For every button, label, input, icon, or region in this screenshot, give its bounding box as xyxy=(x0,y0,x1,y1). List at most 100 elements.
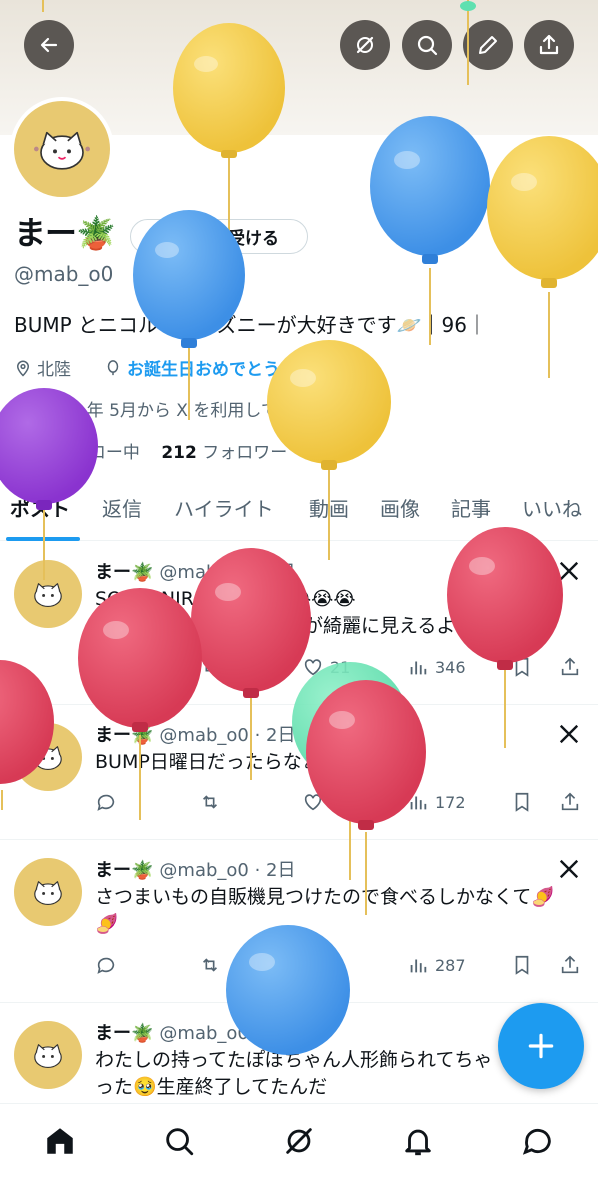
reply-button[interactable] xyxy=(95,791,123,813)
bottom-navigation xyxy=(0,1103,598,1200)
edit-button[interactable] xyxy=(463,20,513,70)
profile-avatar[interactable] xyxy=(10,97,114,201)
followers-label: フォロワー xyxy=(202,443,288,463)
tab-videos[interactable]: 動画 xyxy=(309,493,349,522)
heart-icon xyxy=(304,794,322,811)
heart-icon xyxy=(304,957,322,974)
post-text: さつまいもの自販機見つけたので食べるしかなくて🍠🍠 xyxy=(95,886,556,935)
get-verified-button[interactable]: 認証を受ける xyxy=(130,219,308,254)
home-icon xyxy=(47,1128,73,1154)
like-button[interactable]: 21 xyxy=(302,656,350,678)
heart-icon xyxy=(304,659,322,676)
share-button[interactable] xyxy=(524,20,574,70)
repost-button[interactable] xyxy=(199,954,227,976)
calendar-icon xyxy=(15,401,31,416)
reply-icon xyxy=(97,957,115,974)
post-header: まー🪴 @mab_o0 · 2日 xyxy=(95,721,296,747)
bookmark-icon xyxy=(515,792,529,812)
compose-button[interactable] xyxy=(498,1003,584,1089)
tab-images[interactable]: 画像 xyxy=(380,493,420,522)
bookmark-button[interactable] xyxy=(511,656,539,678)
repost-button[interactable] xyxy=(199,656,227,678)
following-label: フォロー中 xyxy=(54,443,140,463)
grok-button[interactable] xyxy=(340,20,390,70)
cat-avatar-icon xyxy=(34,881,62,906)
nav-notifications[interactable] xyxy=(401,1124,435,1158)
post-text: BUMP日曜日だったらなぁ〜〜😭 xyxy=(95,751,381,773)
profile-location: 北陸 xyxy=(14,355,71,380)
following-count: 196 xyxy=(14,443,50,463)
balloon xyxy=(487,136,598,378)
birthday-link[interactable]: お誕生日おめでとうございます。 xyxy=(127,355,380,380)
search-button[interactable] xyxy=(402,20,452,70)
post-meta: @mab_o0 · 2日 xyxy=(159,860,296,881)
avatar[interactable] xyxy=(14,858,82,926)
grok-icon xyxy=(356,36,374,54)
profile-birthday[interactable]: お誕生日おめでとうございます。 xyxy=(104,355,380,380)
profile-joined: 2024 年 5月から X を利用しています › xyxy=(14,396,342,421)
nav-search[interactable] xyxy=(162,1124,196,1158)
views-button[interactable]: 287 xyxy=(407,954,466,976)
like-count: 21 xyxy=(330,657,351,677)
following-link[interactable]: 196 フォロー中 xyxy=(14,443,140,463)
like-button[interactable]: 9 xyxy=(302,954,340,976)
grok-icon xyxy=(286,1128,312,1154)
profile-bio: BUMP とニコルとディズニーが大好きです🪐｜96｜ xyxy=(14,313,487,337)
bookmark-icon xyxy=(515,657,529,677)
views-button[interactable]: 172 xyxy=(407,791,466,813)
nav-messages[interactable] xyxy=(521,1124,555,1158)
post-item[interactable]: まー🪴 @mab_o0 · 2日 BUMP日曜日だったらなぁ〜〜😭 4 172 xyxy=(0,705,598,840)
tab-highlights[interactable]: ハイライト xyxy=(174,493,274,522)
post-actions: 9 287 xyxy=(95,954,585,984)
tab-articles[interactable]: 記事 xyxy=(451,493,491,522)
avatar[interactable] xyxy=(14,560,82,628)
views-button[interactable]: 346 xyxy=(407,656,466,678)
plus-icon xyxy=(528,1033,554,1059)
tab-posts[interactable]: ポスト xyxy=(10,493,70,522)
post-text: わたしの持ってたぽぽちゃん人形飾られてちゃった🥹生産終了してたんだ xyxy=(95,1049,493,1098)
reply-button[interactable] xyxy=(95,954,123,976)
profile-handle: @mab_o0 xyxy=(14,262,114,286)
repost-icon xyxy=(202,660,218,674)
x-logo-icon[interactable] xyxy=(558,858,580,880)
nav-home[interactable] xyxy=(43,1124,77,1158)
avatar[interactable] xyxy=(14,1021,82,1089)
cat-avatar-icon xyxy=(34,131,90,170)
balloon-icon xyxy=(107,359,119,375)
verified-badge-icon xyxy=(149,226,169,247)
repost-button[interactable] xyxy=(199,791,227,813)
avatar[interactable] xyxy=(14,723,82,791)
post-item[interactable]: まー🪴 @mab_o0 · 2日 さつまいもの自販機見つけたので食べるしかなくて🍠… xyxy=(0,840,598,1003)
cat-avatar-icon xyxy=(34,1044,62,1069)
post-author[interactable]: まー🪴 xyxy=(95,725,153,746)
x-logo-icon[interactable] xyxy=(558,560,580,582)
post-author[interactable]: まー🪴 xyxy=(95,860,153,881)
post-author[interactable]: まー🪴 xyxy=(95,562,153,583)
reply-button[interactable] xyxy=(95,656,123,678)
post-author[interactable]: まー🪴 xyxy=(95,1023,153,1044)
post-share-button[interactable] xyxy=(559,954,587,976)
post-item[interactable]: まー🪴 @mab_o0 · 1日 SOUVENIRありがとう😭😭😭 この曲聴くと本… xyxy=(0,542,598,705)
followers-link[interactable]: 212 フォロワー xyxy=(161,443,287,463)
views-icon xyxy=(410,661,427,675)
bookmark-button[interactable] xyxy=(511,791,539,813)
x-logo-icon[interactable] xyxy=(558,723,580,745)
post-meta: @mab_o0 · 1日 xyxy=(159,562,296,583)
post-share-button[interactable] xyxy=(559,656,587,678)
get-verified-label: 認証を受ける xyxy=(177,229,279,249)
tab-replies[interactable]: 返信 xyxy=(102,493,142,522)
back-button[interactable] xyxy=(24,20,74,70)
repost-icon xyxy=(202,958,218,972)
post-share-button[interactable] xyxy=(559,791,587,813)
chevron-right-icon: › xyxy=(334,398,342,419)
bookmark-button[interactable] xyxy=(511,954,539,976)
like-button[interactable]: 4 xyxy=(302,791,340,813)
tab-likes[interactable]: いいね xyxy=(522,493,582,522)
nav-grok[interactable] xyxy=(282,1124,316,1158)
view-count: 346 xyxy=(435,657,466,677)
share-icon xyxy=(561,657,579,676)
post-meta: @mab_o0 · 2日 xyxy=(159,725,296,746)
cat-avatar-icon xyxy=(34,583,62,608)
post-actions: 21 346 xyxy=(95,656,585,686)
pencil-icon xyxy=(479,36,497,54)
